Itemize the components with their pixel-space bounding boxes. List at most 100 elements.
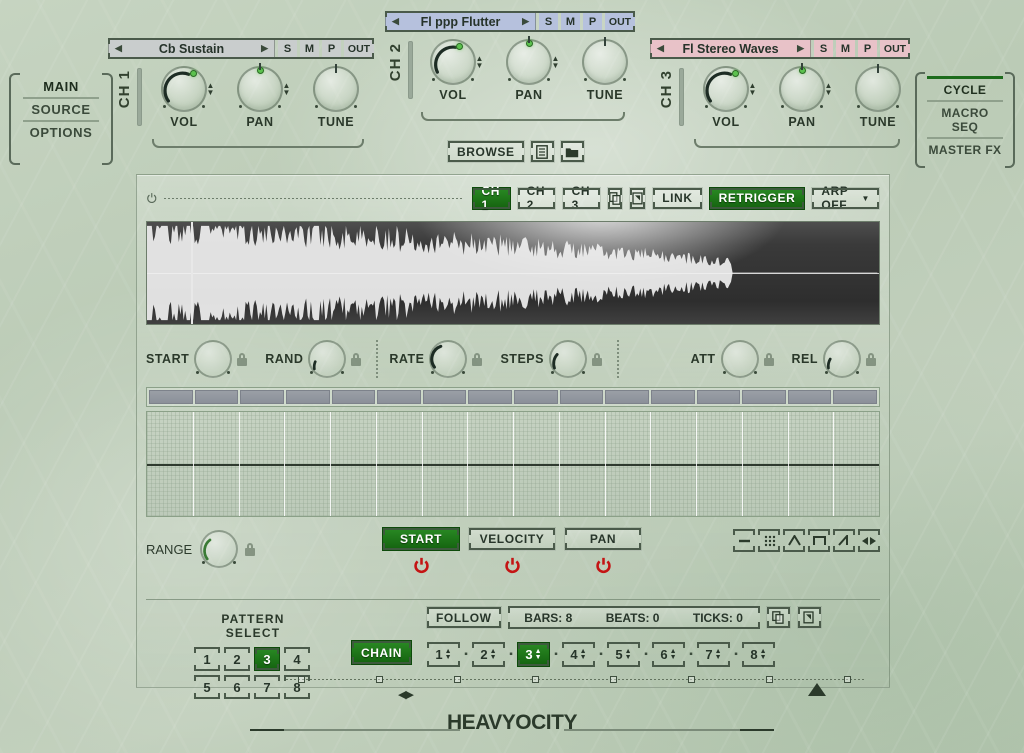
chain-track-node[interactable] [454,676,461,683]
step-cell[interactable] [149,390,193,404]
ch1-vol-knob[interactable] [161,66,207,112]
chain-step-4[interactable]: 4 ▲▼ [562,642,595,667]
left-right-arrows-icon[interactable] [858,529,880,552]
ch3-vol-spinner[interactable]: ▲▼ [747,82,758,96]
start-knob[interactable] [194,340,232,378]
nav-item-master-fx[interactable]: MASTER FX [927,137,1003,160]
ch1-pan-spinner[interactable]: ▲▼ [281,82,292,96]
ch2-vol-knob[interactable] [430,39,476,85]
nav-item-source[interactable]: SOURCE [23,97,99,120]
chain-step-3-spinner[interactable]: ▲▼ [535,649,542,661]
start-power-icon[interactable] [413,557,430,574]
nav-item-macro-seq[interactable]: MACRO SEQ [927,100,1003,137]
retrigger-button[interactable]: RETRIGGER [709,187,806,210]
steps-knob[interactable] [549,340,587,378]
tab-ch3[interactable]: CH 3 [562,187,601,210]
step-cell[interactable] [377,390,421,404]
nav-item-main[interactable]: MAIN [23,76,99,97]
start-lock-icon[interactable] [237,353,247,366]
pattern-button-5[interactable]: 5 [194,675,220,699]
rate-knob[interactable] [429,340,467,378]
ch3-pan-spinner[interactable]: ▲▼ [823,82,834,96]
pan-power-icon[interactable] [595,557,612,574]
ch1-tune-knob[interactable] [313,66,359,112]
chain-step-6-spinner[interactable]: ▲▼ [670,649,677,661]
ch2-pan-knob[interactable] [506,39,552,85]
chain-step-2-spinner[interactable]: ▲▼ [490,649,497,661]
steps-lock-icon[interactable] [592,353,602,366]
step-cell[interactable] [560,390,604,404]
chain-step-7-spinner[interactable]: ▲▼ [715,649,722,661]
chain-track-node[interactable] [376,676,383,683]
range-lock-icon[interactable] [245,543,255,556]
rate-lock-icon[interactable] [472,353,482,366]
resize-triangle-icon[interactable] [808,683,826,696]
tab-ch1[interactable]: CH 1 [472,187,511,210]
chain-step-7[interactable]: 7 ▲▼ [697,642,730,667]
ramp-icon[interactable] [833,529,855,552]
rand-lock-icon[interactable] [351,353,361,366]
chain-step-5[interactable]: 5 ▲▼ [607,642,640,667]
chain-step-1[interactable]: 1 ▲▼ [427,642,460,667]
step-cell[interactable] [514,390,558,404]
chain-step-6[interactable]: 6 ▲▼ [652,642,685,667]
tab-start[interactable]: START [382,527,460,551]
step-cell[interactable] [240,390,284,404]
ch2-out-button[interactable]: OUT [605,11,635,32]
rel-knob[interactable] [823,340,861,378]
ch1-pan-knob[interactable] [237,66,283,112]
square-pulse-icon[interactable] [808,529,830,552]
step-cell[interactable] [468,390,512,404]
left-right-marker-icon[interactable]: ◀▶ [398,688,413,701]
chain-track-node[interactable] [766,676,773,683]
step-cell[interactable] [651,390,695,404]
document-icon[interactable] [530,140,555,163]
sequencer-step-strip[interactable] [146,387,880,407]
tab-pan[interactable]: PAN [564,527,642,551]
chain-track-node[interactable] [610,676,617,683]
step-cell[interactable] [332,390,376,404]
folder-icon[interactable] [560,140,585,163]
link-button[interactable]: LINK [652,187,702,210]
flat-line-icon[interactable] [733,529,755,552]
att-knob[interactable] [721,340,759,378]
tab-ch2[interactable]: CH 2 [517,187,556,210]
chain-step-2[interactable]: 2 ▲▼ [472,642,505,667]
rand-knob[interactable] [308,340,346,378]
waveform-playhead[interactable] [191,222,193,324]
step-cell[interactable] [195,390,239,404]
step-cell[interactable] [788,390,832,404]
chain-track-node[interactable] [532,676,539,683]
arp-dropdown[interactable]: ARP OFF ▼ [811,187,880,210]
ch2-tune-knob[interactable] [582,39,628,85]
step-cell[interactable] [697,390,741,404]
ch1-out-button[interactable]: OUT [344,38,374,59]
step-cell[interactable] [423,390,467,404]
copy-icon[interactable] [607,187,624,210]
chain-step-5-spinner[interactable]: ▲▼ [625,649,632,661]
chain-button[interactable]: CHAIN [351,640,412,665]
chain-step-8-spinner[interactable]: ▲▼ [760,649,767,661]
power-icon[interactable] [146,189,158,207]
chain-track-node[interactable] [298,676,305,683]
step-cell[interactable] [605,390,649,404]
ch3-pan-knob[interactable] [779,66,825,112]
waveform-display[interactable] [146,221,880,325]
velocity-power-icon[interactable] [504,557,521,574]
chain-step-3[interactable]: 3 ▲▼ [517,642,550,667]
ch1-vol-spinner[interactable]: ▲▼ [205,82,216,96]
range-knob[interactable] [200,530,238,568]
chain-paste-icon[interactable] [797,606,822,629]
paste-icon[interactable] [629,187,646,210]
chain-track[interactable] [286,676,864,684]
chain-track-node[interactable] [844,676,851,683]
browse-button[interactable]: BROWSE [447,140,525,163]
follow-button[interactable]: FOLLOW [426,606,502,629]
step-cell[interactable] [742,390,786,404]
ch3-tune-knob[interactable] [855,66,901,112]
sequencer-grid[interactable] [146,411,880,517]
chain-step-8[interactable]: 8 ▲▼ [742,642,775,667]
step-cell[interactable] [286,390,330,404]
chain-step-4-spinner[interactable]: ▲▼ [580,649,587,661]
random-dots-icon[interactable] [758,529,780,552]
